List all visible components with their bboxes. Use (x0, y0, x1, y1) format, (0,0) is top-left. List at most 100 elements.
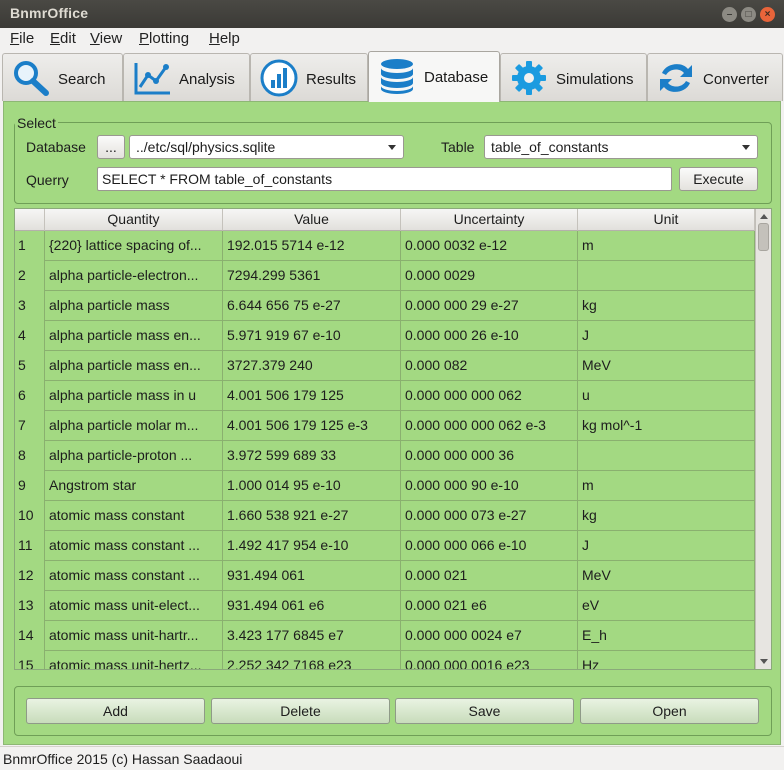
cell-uncertainty[interactable]: 0.000 0029 (401, 261, 578, 291)
table-row[interactable]: 10 atomic mass constant 1.660 538 921 e-27… (15, 501, 755, 531)
cell-quantity[interactable]: alpha particle mass in u (45, 381, 223, 411)
cell-unit[interactable]: Hz (578, 651, 755, 669)
cell-value[interactable]: 3727.379 240 (223, 351, 401, 381)
cell-value[interactable]: 3.972 599 689 33 (223, 441, 401, 471)
cell-uncertainty[interactable]: 0.000 021 e6 (401, 591, 578, 621)
row-number[interactable]: 14 (15, 621, 45, 651)
database-combobox[interactable]: ../etc/sql/physics.sqlite (129, 135, 404, 159)
table-row[interactable]: 11 atomic mass constant ... 1.492 417 954 … (15, 531, 755, 561)
cell-uncertainty[interactable]: 0.000 000 000 062 e-3 (401, 411, 578, 441)
row-number[interactable]: 4 (15, 321, 45, 351)
cell-uncertainty[interactable]: 0.000 021 (401, 561, 578, 591)
menu-view[interactable]: View (90, 30, 122, 47)
table-row[interactable]: 9 Angstrom star 1.000 014 95 e-10 0.000 000… (15, 471, 755, 501)
row-number[interactable]: 5 (15, 351, 45, 381)
cell-value[interactable]: 3.423 177 6845 e7 (223, 621, 401, 651)
row-number[interactable]: 6 (15, 381, 45, 411)
delete-button[interactable]: Delete (211, 698, 390, 724)
cell-value[interactable]: 2.252 342 7168 e23 (223, 651, 401, 669)
cell-quantity[interactable]: alpha particle molar m... (45, 411, 223, 441)
cell-unit[interactable] (578, 441, 755, 471)
cell-uncertainty[interactable]: 0.000 000 0016 e23 (401, 651, 578, 669)
table-row[interactable]: 15 atomic mass unit-hertz... 2.252 342 716… (15, 651, 755, 669)
query-input[interactable]: SELECT * FROM table_of_constants (97, 167, 672, 191)
cell-value[interactable]: 192.015 5714 e-12 (223, 231, 401, 261)
execute-button[interactable]: Execute (679, 167, 758, 191)
cell-value[interactable]: 7294.299 5361 (223, 261, 401, 291)
row-number[interactable]: 11 (15, 531, 45, 561)
cell-unit[interactable]: u (578, 381, 755, 411)
table-row[interactable]: 3 alpha particle mass 6.644 656 75 e-27 0.0… (15, 291, 755, 321)
add-button[interactable]: Add (26, 698, 205, 724)
cell-value[interactable]: 6.644 656 75 e-27 (223, 291, 401, 321)
cell-quantity[interactable]: atomic mass constant ... (45, 561, 223, 591)
cell-uncertainty[interactable]: 0.000 0032 e-12 (401, 231, 578, 261)
save-button[interactable]: Save (395, 698, 574, 724)
menu-file[interactable]: File (10, 30, 34, 47)
row-number[interactable]: 9 (15, 471, 45, 501)
cell-uncertainty[interactable]: 0.000 082 (401, 351, 578, 381)
tab-results[interactable]: Results (250, 53, 368, 101)
open-button[interactable]: Open (580, 698, 759, 724)
scroll-up-icon[interactable] (760, 214, 768, 219)
cell-uncertainty[interactable]: 0.000 000 073 e-27 (401, 501, 578, 531)
cell-uncertainty[interactable]: 0.000 000 0024 e7 (401, 621, 578, 651)
cell-uncertainty[interactable]: 0.000 000 000 36 (401, 441, 578, 471)
cell-value[interactable]: 1.492 417 954 e-10 (223, 531, 401, 561)
table-row[interactable]: 8 alpha particle-proton ... 3.972 599 689 … (15, 441, 755, 471)
table-row[interactable]: 4 alpha particle mass en... 5.971 919 67 e… (15, 321, 755, 351)
cell-value[interactable]: 1.660 538 921 e-27 (223, 501, 401, 531)
tab-simulations[interactable]: Simulations (500, 53, 647, 101)
row-number[interactable]: 13 (15, 591, 45, 621)
cell-value[interactable]: 931.494 061 (223, 561, 401, 591)
maximize-icon[interactable]: □ (741, 7, 756, 22)
column-header-value[interactable]: Value (223, 209, 401, 231)
cell-unit[interactable]: kg mol^-1 (578, 411, 755, 441)
corner-header[interactable] (15, 209, 45, 231)
cell-value[interactable]: 5.971 919 67 e-10 (223, 321, 401, 351)
tab-database[interactable]: Database (368, 51, 500, 102)
cell-unit[interactable]: m (578, 471, 755, 501)
cell-unit[interactable]: kg (578, 291, 755, 321)
cell-unit[interactable]: eV (578, 591, 755, 621)
cell-value[interactable]: 931.494 061 e6 (223, 591, 401, 621)
cell-uncertainty[interactable]: 0.000 000 90 e-10 (401, 471, 578, 501)
row-number[interactable]: 1 (15, 231, 45, 261)
row-number[interactable]: 7 (15, 411, 45, 441)
cell-unit[interactable]: J (578, 531, 755, 561)
close-icon[interactable]: × (760, 7, 775, 22)
cell-quantity[interactable]: atomic mass unit-hartr... (45, 621, 223, 651)
cell-quantity[interactable]: atomic mass constant (45, 501, 223, 531)
cell-unit[interactable]: E_h (578, 621, 755, 651)
cell-unit[interactable]: J (578, 321, 755, 351)
cell-quantity[interactable]: alpha particle mass (45, 291, 223, 321)
table-row[interactable]: 12 atomic mass constant ... 931.494 061 0.0… (15, 561, 755, 591)
vertical-scrollbar[interactable] (755, 209, 771, 669)
row-number[interactable]: 8 (15, 441, 45, 471)
cell-unit[interactable]: m (578, 231, 755, 261)
cell-quantity[interactable]: alpha particle mass en... (45, 321, 223, 351)
cell-quantity[interactable]: alpha particle-proton ... (45, 441, 223, 471)
column-header-quantity[interactable]: Quantity (45, 209, 223, 231)
column-header-unit[interactable]: Unit (578, 209, 755, 231)
cell-uncertainty[interactable]: 0.000 000 29 e-27 (401, 291, 578, 321)
table-combobox[interactable]: table_of_constants (484, 135, 758, 159)
browse-button[interactable]: ... (97, 135, 125, 159)
table-row[interactable]: 2 alpha particle-electron... 7294.299 5361… (15, 261, 755, 291)
tab-converter[interactable]: Converter (647, 53, 783, 101)
cell-value[interactable]: 1.000 014 95 e-10 (223, 471, 401, 501)
row-number[interactable]: 3 (15, 291, 45, 321)
minimize-icon[interactable]: – (722, 7, 737, 22)
table-row[interactable]: 14 atomic mass unit-hartr... 3.423 177 684… (15, 621, 755, 651)
table-row[interactable]: 7 alpha particle molar m... 4.001 506 179 … (15, 411, 755, 441)
cell-quantity[interactable]: Angstrom star (45, 471, 223, 501)
cell-uncertainty[interactable]: 0.000 000 000 062 (401, 381, 578, 411)
scroll-down-icon[interactable] (760, 659, 768, 664)
menu-help[interactable]: Help (209, 30, 240, 47)
cell-unit[interactable] (578, 261, 755, 291)
cell-quantity[interactable]: atomic mass unit-hertz... (45, 651, 223, 669)
table-row[interactable]: 1 {220} lattice spacing of... 192.015 5714… (15, 231, 755, 261)
tab-search[interactable]: Search (2, 53, 123, 101)
cell-unit[interactable]: MeV (578, 561, 755, 591)
cell-quantity[interactable]: atomic mass unit-elect... (45, 591, 223, 621)
